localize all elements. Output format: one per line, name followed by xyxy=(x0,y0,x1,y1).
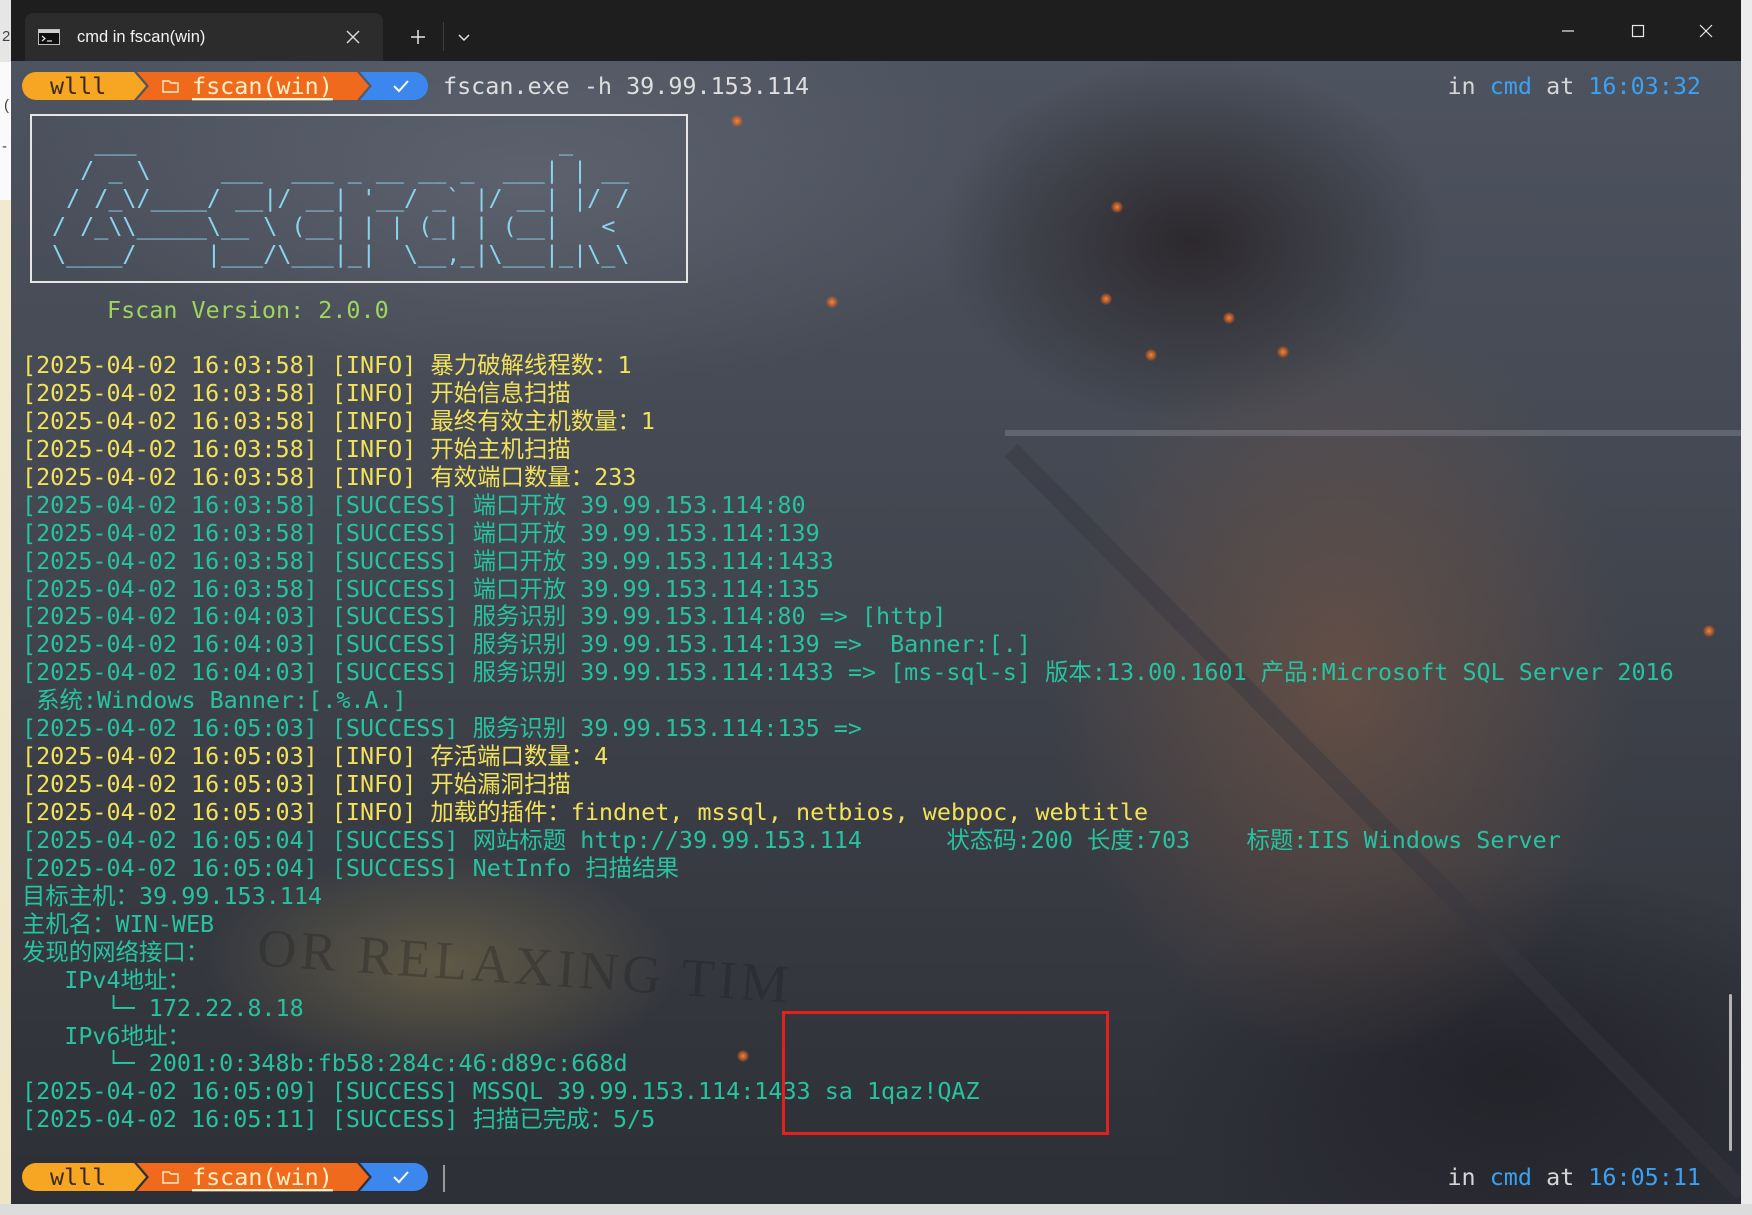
desktop-edge-right xyxy=(1741,0,1752,1215)
log-line: IPv4地址： xyxy=(22,966,191,994)
prompt-time: 16:03:32 xyxy=(1588,72,1701,100)
log-line: [2025-04-02 16:05:03] [INFO] 开始漏洞扫描 xyxy=(22,771,571,799)
chevron-down-icon[interactable] xyxy=(446,19,482,55)
log-line: [2025-04-02 16:03:58] [INFO] 有效端口数量：233 xyxy=(22,463,637,491)
log-line: [2025-04-02 16:04:03] [SUCCESS] 服务识别 39.… xyxy=(22,603,947,631)
log-line: [2025-04-02 16:05:03] [INFO] 存活端口数量：4 xyxy=(22,743,609,771)
in-label: in xyxy=(1447,1163,1476,1191)
fscan-version: Fscan Version: 2.0.0 xyxy=(107,296,389,324)
background-light xyxy=(1111,201,1123,213)
log-line: [2025-04-02 16:05:04] [SUCCESS] NetInfo … xyxy=(22,854,679,882)
fscan-banner: ___ _ / _ \ ___ ___ _ __ __ _ ___| | __ … xyxy=(30,114,688,283)
title-bar[interactable]: cmd in fscan(win) xyxy=(11,0,1741,61)
prompt-segments: wlll fscan(win) xyxy=(22,72,428,100)
log-line: [2025-04-02 16:05:03] [INFO] 加载的插件：findn… xyxy=(22,799,1149,826)
banner-ascii-line: / /_\/____/ __|/ __| '__/ _` |/ __| |/ / xyxy=(52,184,630,212)
background-light xyxy=(731,115,743,127)
minimize-icon[interactable] xyxy=(1538,8,1598,54)
log-line: 系统:Windows Banner:[.%.A.] xyxy=(22,687,407,715)
close-icon[interactable] xyxy=(341,25,365,49)
background-light xyxy=(826,296,838,308)
prompt-directory: fscan(win) xyxy=(192,72,333,100)
log-line: [2025-04-02 16:03:58] [INFO] 开始主机扫描 xyxy=(22,435,571,463)
log-line: 发现的网络接口： xyxy=(22,938,210,966)
close-icon[interactable] xyxy=(1676,8,1736,54)
log-line: [2025-04-02 16:03:58] [INFO] 开始信息扫描 xyxy=(22,379,571,407)
plus-icon[interactable] xyxy=(398,17,438,57)
highlight-box xyxy=(782,1011,1109,1135)
screen: 2 ( - cmd in fscan(win) OR RELAXING TIM … xyxy=(0,0,1752,1215)
log-line: [2025-04-02 16:03:58] [SUCCESS] 端口开放 39.… xyxy=(22,547,834,575)
banner-ascii-line: \____/ |___/\___|_| \__,_|\___|_|\_\ xyxy=(52,240,630,268)
desktop-edge-bottom xyxy=(0,1204,1752,1215)
background-text-fragment: ( xyxy=(4,97,9,114)
at-label: at xyxy=(1546,72,1575,100)
in-label: in xyxy=(1447,72,1476,100)
terminal-window: cmd in fscan(win) OR RELAXING TIM wlll f… xyxy=(11,0,1741,1204)
prompt-user: wlll xyxy=(50,1163,106,1191)
prompt-user: wlll xyxy=(50,72,106,100)
log-line: 主机名：WIN-WEB xyxy=(22,910,215,938)
tab-cmd[interactable]: cmd in fscan(win) xyxy=(25,13,383,61)
command-text: fscan.exe -h 39.99.153.114 xyxy=(443,72,810,100)
banner-ascii-line: / _ \ ___ ___ _ __ __ _ ___| | __ xyxy=(52,156,630,184)
log-line: [2025-04-02 16:03:58] [SUCCESS] 端口开放 39.… xyxy=(22,575,820,603)
terminal-pane[interactable]: OR RELAXING TIM wlll fscan(win) fscan.ex… xyxy=(11,61,1741,1204)
scrollbar-thumb[interactable] xyxy=(1729,994,1732,1151)
log-line: [2025-04-02 16:04:03] [SUCCESS] 服务识别 39.… xyxy=(22,659,1674,687)
shell-name: cmd xyxy=(1489,72,1532,100)
background-text-fragment: - xyxy=(2,138,7,155)
text-cursor xyxy=(443,1165,445,1192)
prompt-segments: wlll fscan(win) xyxy=(22,1163,428,1191)
log-line: [2025-04-02 16:05:04] [SUCCESS] 网站标题 htt… xyxy=(22,826,1561,854)
banner-ascii-line: / /_\\_____\__ \ (__| | | (_| | (__| < xyxy=(52,212,616,240)
prompt-time: 16:05:11 xyxy=(1588,1163,1701,1191)
log-line: [2025-04-02 16:03:58] [SUCCESS] 端口开放 39.… xyxy=(22,491,806,519)
log-line: [2025-04-02 16:05:03] [SUCCESS] 服务识别 39.… xyxy=(22,715,862,743)
titlebar-separator xyxy=(443,22,444,51)
prompt-right-status: in cmd at 16:03:32 xyxy=(1447,72,1701,100)
log-line: 目标主机：39.99.153.114 xyxy=(22,882,323,910)
log-line: [2025-04-02 16:03:58] [INFO] 暴力破解线程数：1 xyxy=(22,352,632,379)
background-text-fragment: 2 xyxy=(2,28,11,45)
prompt-right-status: in cmd at 16:05:11 xyxy=(1447,1163,1701,1191)
log-line: [2025-04-02 16:03:58] [INFO] 最终有效主机数量：1 xyxy=(22,407,655,435)
at-label: at xyxy=(1546,1163,1575,1191)
log-line: [2025-04-02 16:04:03] [SUCCESS] 服务识别 39.… xyxy=(22,631,1031,659)
tab-title: cmd in fscan(win) xyxy=(77,28,206,46)
background-light xyxy=(1223,312,1235,324)
shell-name: cmd xyxy=(1489,1163,1532,1191)
background-light xyxy=(1100,293,1112,305)
prompt-directory: fscan(win) xyxy=(192,1163,333,1191)
banner-ascii-line: ___ _ xyxy=(52,128,574,156)
terminal-icon xyxy=(38,29,60,45)
maximize-icon[interactable] xyxy=(1608,8,1668,54)
log-line: [2025-04-02 16:03:58] [SUCCESS] 端口开放 39.… xyxy=(22,519,820,547)
background-window-edge: 2 ( - xyxy=(0,0,11,1215)
